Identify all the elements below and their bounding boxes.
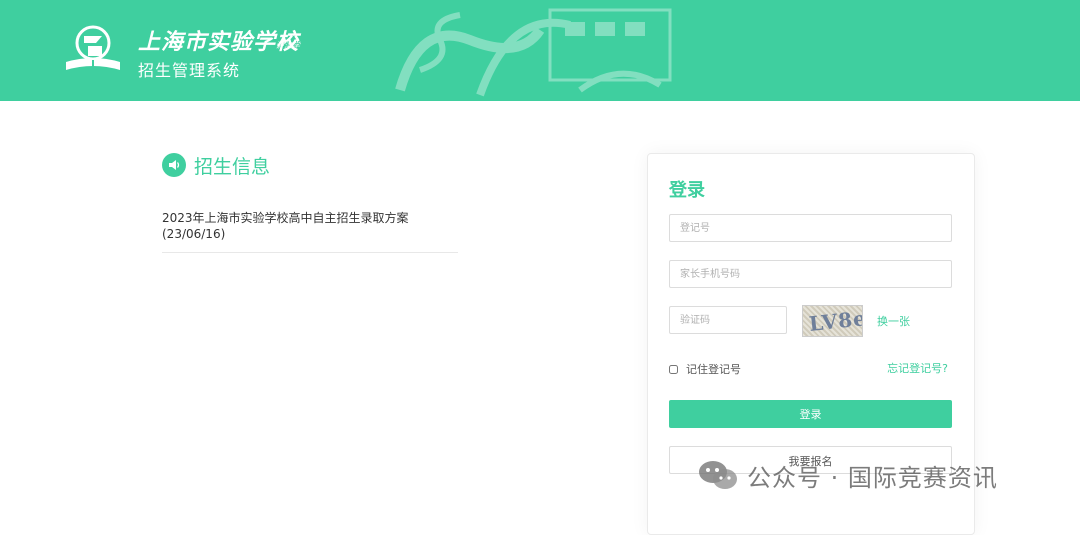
news-date: (23/06/16) bbox=[162, 227, 226, 241]
wechat-icon bbox=[699, 461, 737, 489]
forgot-registration-link[interactable]: 忘记登记号? bbox=[887, 360, 948, 376]
captcha-input[interactable] bbox=[669, 306, 787, 334]
admission-info-header: 招生信息 bbox=[162, 151, 270, 179]
captcha-text: LV8e bbox=[807, 306, 863, 336]
wechat-watermark: 公众号 · 国际竞赛资讯 bbox=[697, 455, 998, 495]
system-name: 招生管理系统 bbox=[138, 61, 241, 80]
app-header: 上海市实验学校 沪渎学 招生管理系统 bbox=[0, 0, 1080, 101]
refresh-captcha-link[interactable]: 换一张 bbox=[877, 313, 910, 329]
watermark-text: 公众号 · 国际竞赛资讯 bbox=[747, 463, 998, 492]
login-title: 登录 bbox=[669, 180, 705, 201]
login-button[interactable]: 登录 bbox=[669, 400, 952, 428]
registration-number-input[interactable] bbox=[669, 214, 952, 242]
school-name: 上海市实验学校 bbox=[138, 29, 300, 55]
school-signature: 沪渎学 bbox=[276, 41, 300, 50]
remember-label: 记住登记号 bbox=[686, 363, 741, 376]
remember-checkbox[interactable] bbox=[669, 364, 678, 374]
remember-registration[interactable]: 记住登记号 bbox=[669, 361, 741, 377]
captcha-image[interactable]: LV8e bbox=[802, 305, 863, 337]
parent-phone-input[interactable] bbox=[669, 260, 952, 288]
school-logo bbox=[66, 25, 120, 71]
admission-info-title: 招生信息 bbox=[194, 155, 271, 178]
campus-illustration bbox=[395, 8, 672, 97]
speaker-icon bbox=[162, 153, 186, 177]
news-title[interactable]: 2023年上海市实验学校高中自主招生录取方案 bbox=[162, 210, 458, 226]
news-list-item[interactable]: 2023年上海市实验学校高中自主招生录取方案 (23/06/16) bbox=[162, 210, 458, 253]
